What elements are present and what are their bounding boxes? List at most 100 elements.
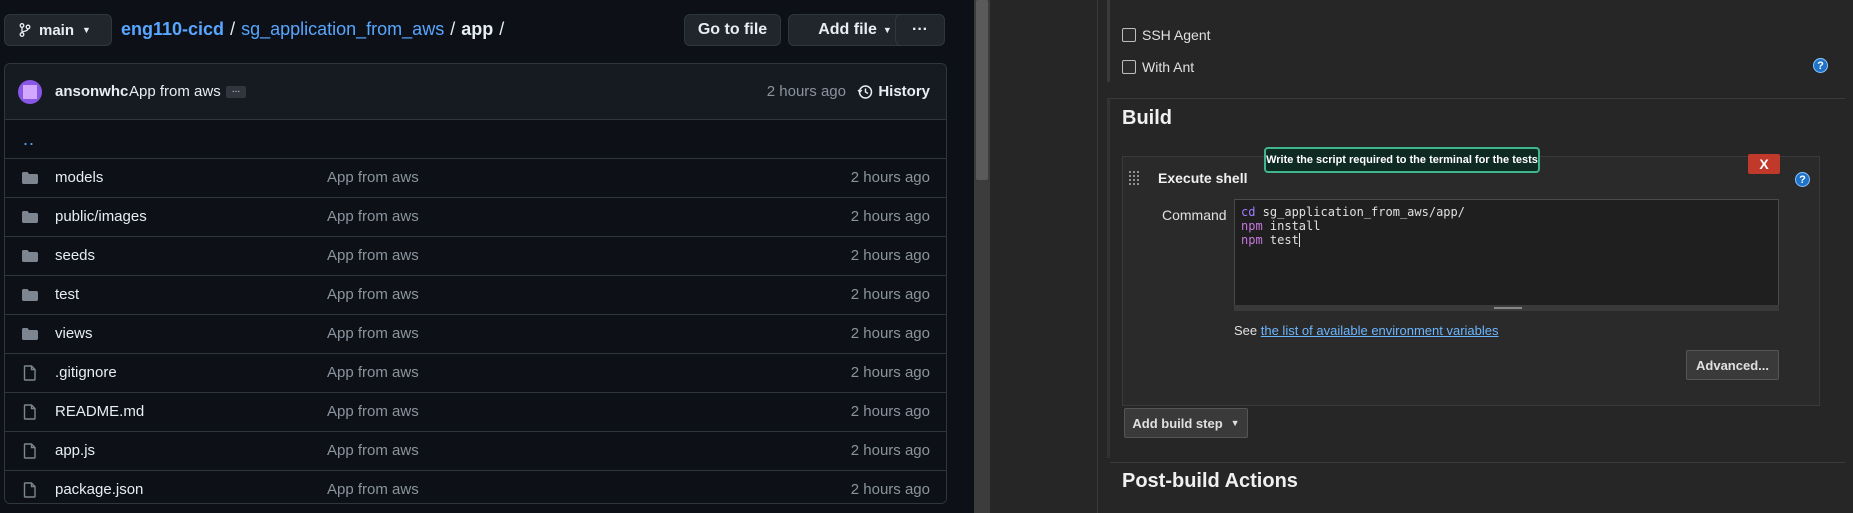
checkbox-box[interactable] bbox=[1122, 60, 1136, 74]
file-commit-message[interactable]: App from aws bbox=[327, 364, 419, 381]
file-commit-message[interactable]: App from aws bbox=[327, 403, 419, 420]
branch-name: main bbox=[39, 21, 75, 39]
file-name-link[interactable]: models bbox=[55, 169, 103, 186]
checkbox-box[interactable] bbox=[1122, 28, 1136, 42]
file-commit-time: 2 hours ago bbox=[850, 364, 930, 381]
file-commit-message[interactable]: App from aws bbox=[327, 286, 419, 303]
with-ant-label: With Ant bbox=[1142, 59, 1195, 75]
file-name-link[interactable]: views bbox=[55, 325, 93, 342]
history-icon bbox=[857, 84, 873, 99]
file-commit-message[interactable]: App from aws bbox=[327, 247, 419, 264]
add-build-step-button[interactable]: Add build step ▼ bbox=[1124, 408, 1248, 438]
file-name-link[interactable]: seeds bbox=[55, 247, 95, 264]
file-commit-time: 2 hours ago bbox=[850, 481, 930, 498]
parent-directory-row[interactable]: .. bbox=[5, 120, 946, 159]
post-build-section-title: Post-build Actions bbox=[1122, 470, 1298, 492]
build-section-title: Build bbox=[1122, 107, 1172, 129]
file-row[interactable]: views App from aws 2 hours ago bbox=[5, 315, 946, 354]
file-row[interactable]: README.md App from aws 2 hours ago bbox=[5, 393, 946, 432]
command-keyword: npm bbox=[1241, 233, 1263, 247]
branch-icon bbox=[19, 23, 31, 37]
scrollbar-thumb[interactable] bbox=[976, 0, 988, 180]
drag-handle-icon[interactable] bbox=[1128, 170, 1140, 187]
text-cursor bbox=[1298, 233, 1300, 247]
file-commit-time: 2 hours ago bbox=[850, 286, 930, 303]
commit-expand-button[interactable]: ... bbox=[226, 85, 246, 98]
folder-icon bbox=[21, 326, 39, 342]
annotation-tooltip: Write the script required to the termina… bbox=[1264, 147, 1540, 173]
ssh-agent-label: SSH Agent bbox=[1142, 27, 1211, 43]
file-list: ansonwhc App from aws ... 2 hours ago Hi… bbox=[4, 63, 947, 504]
history-link[interactable]: History bbox=[857, 83, 930, 100]
command-line: npm install bbox=[1241, 219, 1772, 233]
folder-icon bbox=[21, 209, 39, 225]
file-row[interactable]: public/images App from aws 2 hours ago bbox=[5, 198, 946, 237]
folder-icon bbox=[21, 170, 39, 186]
file-name-link[interactable]: app.js bbox=[55, 442, 95, 459]
avatar[interactable] bbox=[18, 80, 42, 104]
command-line: cd sg_application_from_aws/app/ bbox=[1241, 205, 1772, 219]
file-commit-message[interactable]: App from aws bbox=[327, 442, 419, 459]
file-commit-message[interactable]: App from aws bbox=[327, 208, 419, 225]
folder-icon bbox=[21, 287, 39, 303]
file-row[interactable]: seeds App from aws 2 hours ago bbox=[5, 237, 946, 276]
file-commit-message[interactable]: App from aws bbox=[327, 481, 419, 498]
file-commit-time: 2 hours ago bbox=[850, 403, 930, 420]
file-icon bbox=[21, 365, 39, 381]
branch-selector[interactable]: main ▼ bbox=[4, 14, 112, 46]
command-args: sg_application_from_aws/app/ bbox=[1255, 205, 1465, 219]
file-commit-message[interactable]: App from aws bbox=[327, 169, 419, 186]
breadcrumb-repo-link[interactable]: eng110-cicd bbox=[121, 19, 224, 39]
divider bbox=[1110, 462, 1845, 463]
parent-directory-link[interactable]: .. bbox=[23, 129, 35, 150]
section-divider bbox=[1107, 0, 1110, 82]
env-variables-hint: See the list of available environment va… bbox=[1234, 323, 1499, 338]
file-row[interactable]: test App from aws 2 hours ago bbox=[5, 276, 946, 315]
help-icon[interactable]: ? bbox=[1813, 58, 1828, 73]
commit-author[interactable]: ansonwhc bbox=[55, 83, 128, 100]
command-keyword: npm bbox=[1241, 219, 1263, 233]
add-build-step-label: Add build step bbox=[1132, 415, 1223, 431]
command-keyword: cd bbox=[1241, 205, 1256, 219]
file-name-link[interactable]: .gitignore bbox=[55, 364, 117, 381]
more-options-button[interactable]: ··· bbox=[895, 14, 945, 46]
scrollbar[interactable] bbox=[974, 0, 990, 513]
step-title: Execute shell bbox=[1158, 170, 1248, 186]
file-row[interactable]: app.js App from aws 2 hours ago bbox=[5, 432, 946, 471]
chevron-down-icon: ▼ bbox=[82, 25, 91, 35]
env-variables-link[interactable]: the list of available environment variab… bbox=[1261, 323, 1499, 338]
github-pane: main ▼ eng110-cicd / sg_application_from_a… bbox=[0, 0, 974, 513]
file-row[interactable]: models App from aws 2 hours ago bbox=[5, 159, 946, 198]
commit-message[interactable]: App from aws bbox=[129, 83, 221, 100]
file-commit-time: 2 hours ago bbox=[850, 169, 930, 186]
file-commit-message[interactable]: App from aws bbox=[327, 325, 419, 342]
breadcrumb: eng110-cicd / sg_application_from_aws / app / bbox=[121, 19, 505, 39]
file-name-link[interactable]: package.json bbox=[55, 481, 143, 498]
chevron-down-icon: ▼ bbox=[882, 25, 892, 35]
chevron-down-icon: ▼ bbox=[1230, 418, 1240, 428]
history-label: History bbox=[878, 83, 930, 100]
command-args: test bbox=[1262, 233, 1299, 247]
with-ant-checkbox[interactable]: With Ant bbox=[1122, 59, 1194, 75]
env-prefix: See bbox=[1234, 323, 1261, 338]
command-textarea[interactable]: cd sg_application_from_aws/app/ npm inst… bbox=[1234, 199, 1779, 309]
file-name-link[interactable]: README.md bbox=[55, 403, 144, 420]
jenkins-pane: SSH Agent With Ant ? Build Execute shell… bbox=[990, 0, 1853, 513]
commit-time: 2 hours ago bbox=[766, 83, 846, 100]
file-name-link[interactable]: test bbox=[55, 286, 79, 303]
ssh-agent-checkbox[interactable]: SSH Agent bbox=[1122, 27, 1211, 43]
command-line: npm test bbox=[1241, 233, 1772, 247]
help-icon[interactable]: ? bbox=[1795, 172, 1810, 187]
file-row[interactable]: package.json App from aws 2 hours ago bbox=[5, 471, 946, 503]
delete-step-button[interactable]: X bbox=[1748, 154, 1780, 174]
section-divider bbox=[1107, 98, 1110, 458]
file-commit-time: 2 hours ago bbox=[850, 208, 930, 225]
go-to-file-button[interactable]: Go to file bbox=[684, 14, 781, 46]
advanced-button[interactable]: Advanced... bbox=[1686, 350, 1779, 380]
breadcrumb-folder-link[interactable]: sg_application_from_aws bbox=[241, 19, 444, 39]
textarea-resize-handle[interactable] bbox=[1234, 305, 1779, 311]
file-row[interactable]: .gitignore App from aws 2 hours ago bbox=[5, 354, 946, 393]
file-icon bbox=[21, 443, 39, 459]
file-name-link[interactable]: public/images bbox=[55, 208, 147, 225]
file-commit-time: 2 hours ago bbox=[850, 247, 930, 264]
